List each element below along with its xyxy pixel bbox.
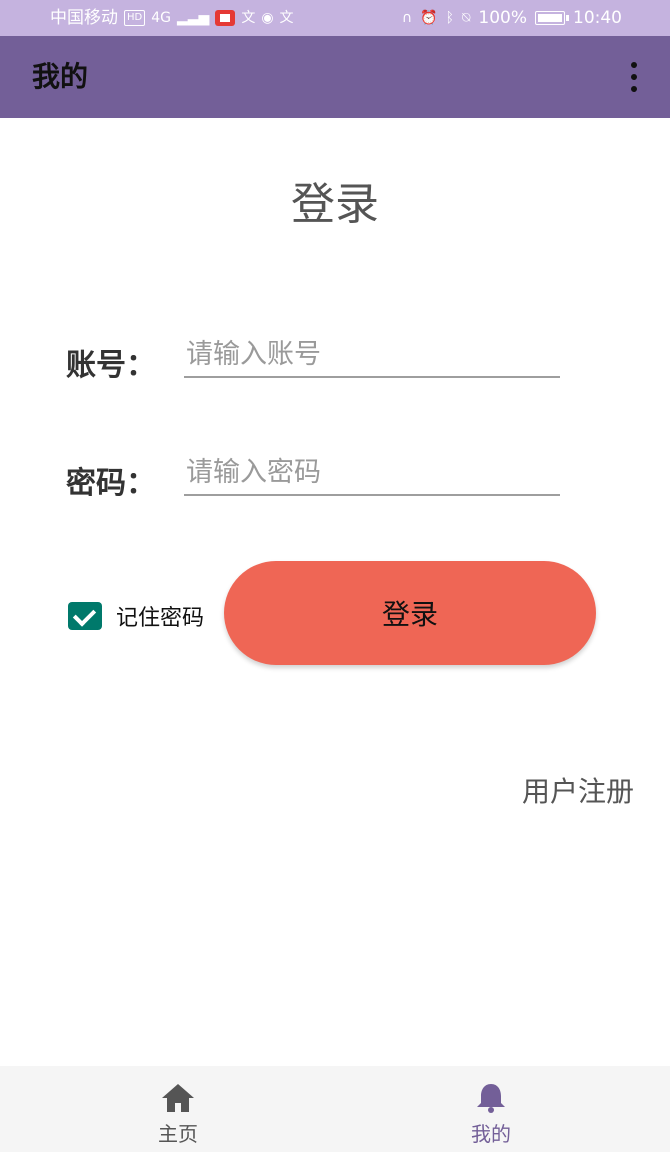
remember-password-row: 记住密码 [68,600,204,632]
signal-icon: ▂▃▅ [177,10,210,26]
bell-icon [477,1084,505,1113]
login-button[interactable]: 登录 [224,561,596,665]
more-options-icon[interactable] [624,62,644,92]
alarm-icon: ⏰ [420,10,438,26]
mute-icon: ⍉ [461,10,471,26]
app-screen: 中国移动 HD 4G ▂▃▅ 文 ◉ 文 ∩ ⏰ ᛒ ⍉ 100% 10:40 … [0,0,670,1152]
account-label: 账号： [66,348,156,383]
network-type: 4G [151,10,171,26]
app-bar: 我的 [0,36,670,118]
book-app-icon [215,10,236,26]
hd-badge: HD [124,10,146,26]
password-label: 密码： [66,466,156,501]
headset-icon: ∩ [401,10,413,26]
register-link[interactable]: 用户注册 [522,770,634,810]
password-input[interactable] [184,450,560,496]
nav-label-me: 我的 [471,1122,511,1146]
remember-password-checkbox[interactable] [68,602,102,630]
menu-dot [631,62,637,68]
nav-label-home: 主页 [158,1122,198,1146]
menu-dot [631,74,637,80]
home-icon [162,1084,194,1112]
bottom-navigation: 主页 我的 [0,1066,670,1152]
remember-password-label[interactable]: 记住密码 [116,600,204,632]
battery-percent: 100% [478,8,527,28]
page-title: 我的 [32,60,89,93]
battery-icon [535,11,569,25]
status-bar-right: ∩ ⏰ ᛒ ⍉ 100% 10:40 [402,0,622,36]
camera-icon: ◉ [261,10,274,26]
login-form: 登录 账号： 密码： 记住密码 登录 用户注册 [0,118,670,1066]
clock: 10:40 [573,8,622,28]
status-bar: 中国移动 HD 4G ▂▃▅ 文 ◉ 文 ∩ ⏰ ᛒ ⍉ 100% 10:40 [0,0,670,36]
account-input[interactable] [184,332,560,378]
nav-item-home[interactable]: 主页 [98,1066,258,1152]
menu-dot [631,86,637,92]
translate-icon-2: 文 [279,10,294,26]
carrier-name: 中国移动 [50,8,118,28]
status-bar-left: 中国移动 HD 4G ▂▃▅ 文 ◉ 文 [50,0,294,36]
nav-item-me[interactable]: 我的 [411,1066,571,1152]
login-title: 登录 [291,179,379,230]
bluetooth-icon: ᛒ [445,10,454,26]
translate-icon: 文 [241,10,256,26]
